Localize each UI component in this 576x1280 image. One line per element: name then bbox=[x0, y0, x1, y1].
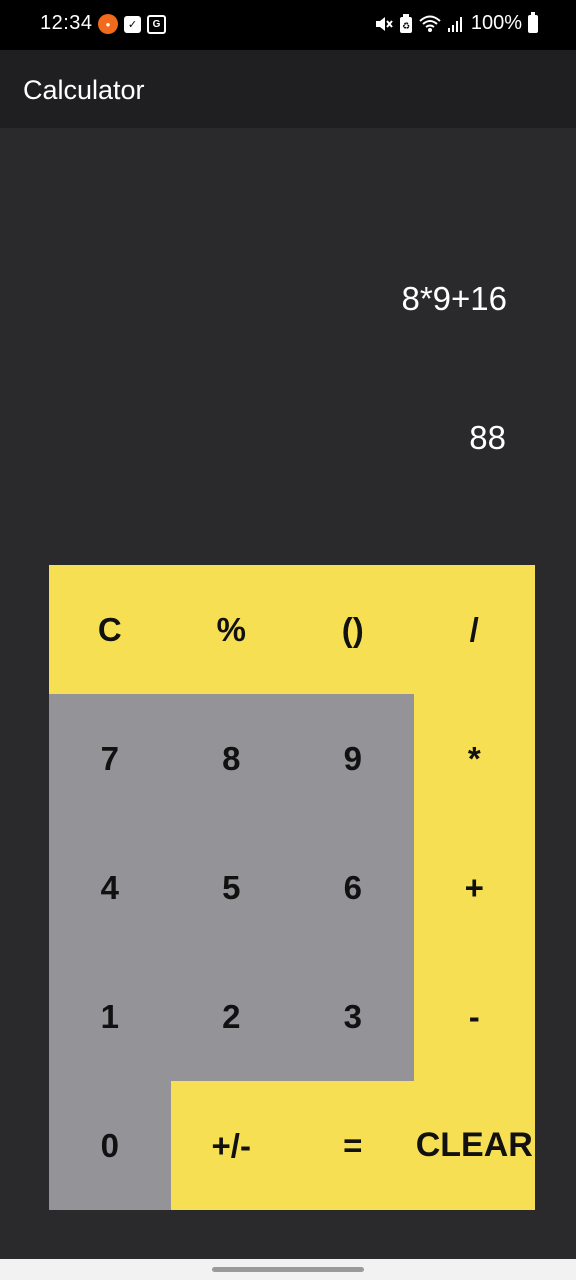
key-1[interactable]: 1 bbox=[49, 952, 171, 1081]
app-title: Calculator bbox=[23, 75, 145, 105]
wifi-icon bbox=[419, 15, 441, 32]
key-clear[interactable]: CLEAR bbox=[413, 1081, 535, 1210]
key-4[interactable]: 4 bbox=[49, 823, 171, 952]
key-divide[interactable]: / bbox=[413, 565, 535, 694]
key-8[interactable]: 8 bbox=[170, 694, 292, 823]
key-6[interactable]: 6 bbox=[292, 823, 414, 952]
result-display: 88 bbox=[469, 419, 506, 456]
keypad: C % () / 7 8 9 * 4 5 6 + 1 2 3 - 0 +/- =… bbox=[49, 565, 535, 1210]
status-system-icons: ♻ 100% bbox=[373, 11, 538, 35]
home-gesture-handle[interactable] bbox=[212, 1267, 364, 1272]
mute-icon bbox=[375, 16, 393, 31]
app-bar: Calculator bbox=[0, 50, 576, 128]
status-notification-icons: ● ✓ G bbox=[98, 14, 166, 34]
key-minus[interactable]: - bbox=[413, 952, 535, 1081]
battery-percentage: 100% bbox=[470, 12, 522, 34]
battery-icon bbox=[528, 11, 538, 33]
status-bar: 12:34 ● ✓ G ♻ 100% bbox=[0, 0, 576, 50]
navigation-bar bbox=[0, 1259, 576, 1280]
key-2[interactable]: 2 bbox=[170, 952, 292, 1081]
translate-notification-icon: G bbox=[147, 14, 166, 34]
key-5[interactable]: 5 bbox=[170, 823, 292, 952]
signal-icon bbox=[447, 16, 462, 32]
key-equals[interactable]: = bbox=[292, 1081, 414, 1210]
svg-text:♻: ♻ bbox=[402, 22, 410, 32]
expression-display: 8*9+16 bbox=[401, 280, 507, 317]
status-time: 12:34 bbox=[40, 12, 93, 34]
key-9[interactable]: 9 bbox=[292, 694, 414, 823]
battery-saver-icon: ♻ bbox=[399, 13, 412, 33]
key-percent[interactable]: % bbox=[170, 565, 292, 694]
key-0[interactable]: 0 bbox=[49, 1081, 171, 1210]
key-parentheses[interactable]: () bbox=[292, 565, 414, 694]
checkbox-notification-icon: ✓ bbox=[124, 15, 141, 33]
key-3[interactable]: 3 bbox=[292, 952, 414, 1081]
key-multiply[interactable]: * bbox=[413, 694, 535, 823]
key-7[interactable]: 7 bbox=[49, 694, 171, 823]
key-plus-minus[interactable]: +/- bbox=[170, 1081, 292, 1210]
app-notification-icon: ● bbox=[98, 14, 118, 34]
key-c[interactable]: C bbox=[49, 565, 171, 694]
key-plus[interactable]: + bbox=[413, 823, 535, 952]
